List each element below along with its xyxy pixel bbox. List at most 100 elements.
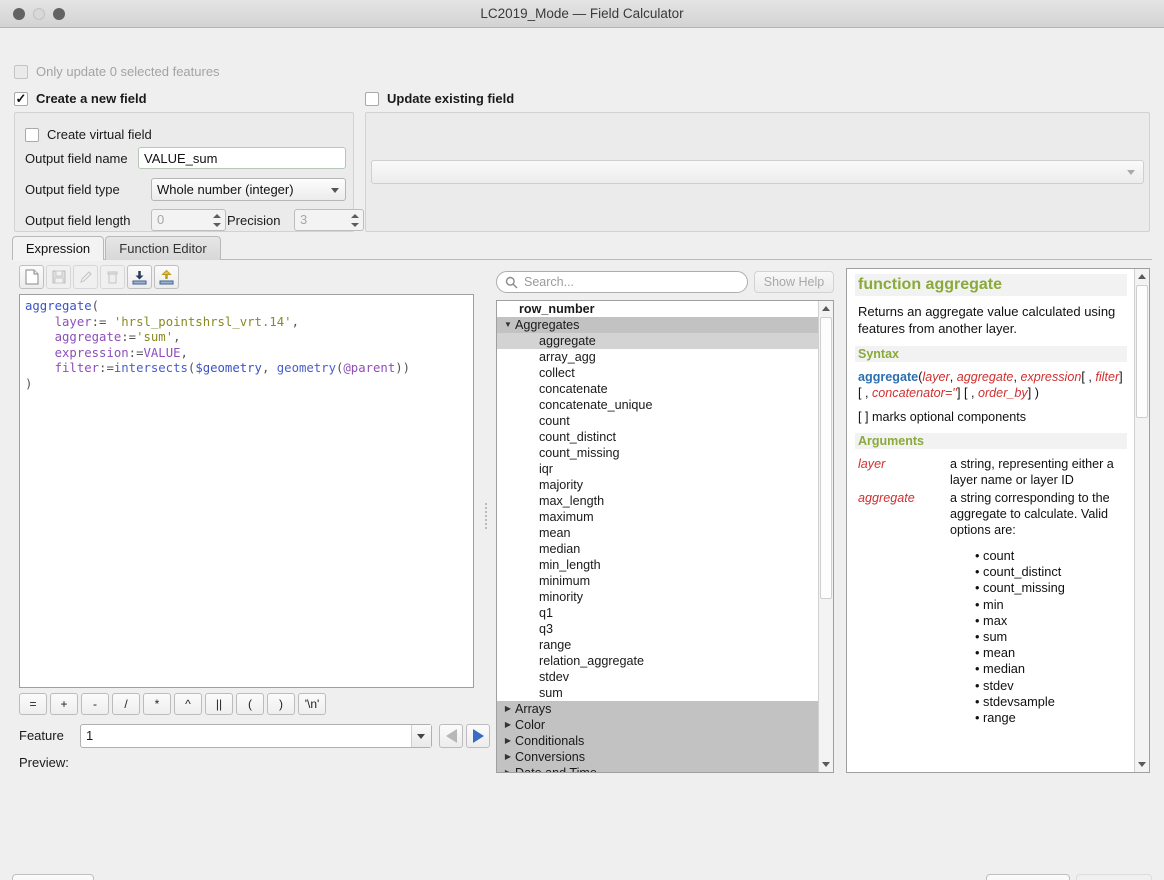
tree-item-aggregate[interactable]: aggregate — [497, 333, 818, 349]
stepper-arrows-icon[interactable] — [348, 211, 361, 229]
zoom-button[interactable] — [53, 7, 65, 20]
precision-stepper[interactable]: 3 — [294, 209, 364, 231]
operator-button-minus[interactable]: - — [81, 693, 109, 715]
tree-group-aggregates[interactable]: ▼ Aggregates — [497, 317, 818, 333]
feature-select[interactable]: 1 — [80, 724, 432, 748]
expression-textarea[interactable]: aggregate( layer:= 'hrsl_pointshrsl_vrt.… — [19, 294, 474, 688]
tree-item-concatenate[interactable]: concatenate — [497, 381, 818, 397]
cancel-button[interactable]: Cancel — [986, 874, 1070, 880]
tree-item-concatenate-unique[interactable]: concatenate_unique — [497, 397, 818, 413]
tree-group-conditionals[interactable]: ▶ Conditionals — [497, 733, 818, 749]
chevron-right-icon[interactable]: ▶ — [501, 733, 515, 749]
tree-item-q1[interactable]: q1 — [497, 605, 818, 621]
tree-item-maximum[interactable]: maximum — [497, 509, 818, 525]
operator-buttons: = + - / * ^ || ( ) '\n' — [19, 693, 326, 715]
output-field-name-input[interactable]: VALUE_sum — [138, 147, 346, 169]
create-new-field-checkbox-row[interactable]: Create a new field — [14, 91, 147, 106]
new-expression-icon[interactable] — [19, 265, 44, 289]
operator-button-concat[interactable]: || — [205, 693, 233, 715]
search-placeholder: Search... — [524, 275, 575, 289]
tree-item-min-length[interactable]: min_length — [497, 557, 818, 573]
update-existing-field-checkbox-row[interactable]: Update existing field — [365, 91, 514, 106]
existing-field-select[interactable] — [371, 160, 1144, 184]
delete-expression-icon[interactable] — [100, 265, 125, 289]
operator-button-equals[interactable]: = — [19, 693, 47, 715]
show-help-button[interactable]: Show Help — [754, 271, 834, 293]
update-existing-field-checkbox[interactable] — [365, 91, 379, 106]
ok-button[interactable]: OK — [1076, 874, 1152, 880]
tree-item-mean[interactable]: mean — [497, 525, 818, 541]
operator-button-open-paren[interactable]: ( — [236, 693, 264, 715]
chevron-right-icon[interactable]: ▶ — [501, 701, 515, 717]
tree-group-date-and-time[interactable]: ▶Date and Time — [497, 765, 818, 772]
tree-item-stdev[interactable]: stdev — [497, 669, 818, 685]
create-virtual-field-row[interactable]: Create virtual field — [25, 127, 152, 142]
operator-button-close-paren[interactable]: ) — [267, 693, 295, 715]
tree-item-range[interactable]: range — [497, 637, 818, 653]
create-new-field-checkbox[interactable] — [14, 91, 28, 106]
scroll-down-button[interactable] — [1135, 757, 1149, 772]
tree-item-iqr[interactable]: iqr — [497, 461, 818, 477]
operator-button-plus[interactable]: + — [50, 693, 78, 715]
tree-item-minority[interactable]: minority — [497, 589, 818, 605]
output-field-length-stepper[interactable]: 0 — [151, 209, 226, 231]
edit-expression-icon[interactable] — [73, 265, 98, 289]
panel-splitter[interactable] — [479, 268, 493, 768]
minimize-button[interactable] — [33, 7, 45, 20]
argument-name: layer — [858, 457, 886, 471]
function-tree[interactable]: row_number ▼ Aggregates aggregate array_a… — [496, 300, 834, 773]
tree-group-color[interactable]: ▶ Color — [497, 717, 818, 733]
function-tree-scrollbar[interactable] — [818, 301, 833, 772]
import-expression-icon[interactable] — [127, 265, 152, 289]
scroll-up-button[interactable] — [819, 301, 833, 316]
export-expression-icon[interactable] — [154, 265, 179, 289]
operator-button-power[interactable]: ^ — [174, 693, 202, 715]
tree-item-collect[interactable]: collect — [497, 365, 818, 381]
tab-function-editor[interactable]: Function Editor — [105, 236, 221, 260]
tree-group-conversions[interactable]: ▶ Conversions — [497, 749, 818, 765]
scroll-up-button[interactable] — [1135, 269, 1149, 284]
tab-expression[interactable]: Expression — [12, 236, 104, 260]
feature-label: Feature — [19, 728, 64, 743]
tree-item-q3[interactable]: q3 — [497, 621, 818, 637]
tree-item-sum[interactable]: sum — [497, 685, 818, 701]
search-icon — [505, 276, 518, 288]
tree-item-row-number[interactable]: row_number — [497, 301, 818, 317]
close-button[interactable] — [13, 7, 25, 20]
tree-item-count-missing[interactable]: count_missing — [497, 445, 818, 461]
valid-option-range: range — [975, 710, 1127, 726]
chevron-down-icon[interactable] — [411, 725, 431, 747]
stepper-arrows-icon[interactable] — [210, 211, 223, 229]
scrollbar-thumb[interactable] — [1136, 285, 1148, 418]
tree-item-array-agg[interactable]: array_agg — [497, 349, 818, 365]
help-scrollbar[interactable] — [1134, 269, 1149, 772]
search-input[interactable]: Search... — [496, 271, 748, 293]
only-update-selected-checkbox[interactable] — [14, 64, 28, 79]
previous-feature-button[interactable] — [439, 724, 463, 748]
help-argument-layer: layer a string, representing either a la… — [858, 456, 1127, 488]
scroll-down-button[interactable] — [819, 757, 833, 772]
output-field-type-select[interactable]: Whole number (integer) — [151, 178, 346, 201]
save-expression-icon[interactable] — [46, 265, 71, 289]
only-update-selected-checkbox-row[interactable]: Only update 0 selected features — [14, 64, 220, 79]
tree-item-median[interactable]: median — [497, 541, 818, 557]
tree-item-minimum[interactable]: minimum — [497, 573, 818, 589]
scrollbar-thumb[interactable] — [820, 317, 832, 599]
create-virtual-field-checkbox[interactable] — [25, 127, 39, 142]
chevron-right-icon[interactable]: ▶ — [501, 717, 515, 733]
tree-item-majority[interactable]: majority — [497, 477, 818, 493]
tree-group-arrays[interactable]: ▶ Arrays — [497, 701, 818, 717]
operator-button-divide[interactable]: / — [112, 693, 140, 715]
tree-item-max-length[interactable]: max_length — [497, 493, 818, 509]
operator-button-multiply[interactable]: * — [143, 693, 171, 715]
chevron-down-icon[interactable]: ▼ — [501, 317, 515, 333]
chevron-right-icon[interactable]: ▶ — [501, 749, 515, 765]
tabstrip: Expression Function Editor — [12, 236, 1152, 260]
tree-item-relation-aggregate[interactable]: relation_aggregate — [497, 653, 818, 669]
operator-button-newline[interactable]: '\n' — [298, 693, 326, 715]
tree-item-count-distinct[interactable]: count_distinct — [497, 429, 818, 445]
chevron-right-icon[interactable]: ▶ — [501, 765, 515, 772]
help-button[interactable]: Help — [12, 874, 94, 880]
tree-item-count[interactable]: count — [497, 413, 818, 429]
valid-option-median: median — [975, 661, 1127, 677]
